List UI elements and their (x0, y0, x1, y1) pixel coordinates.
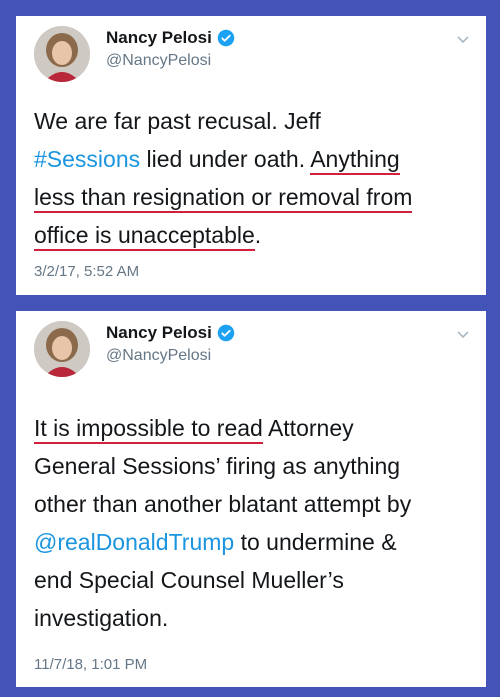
tweet-line: We are far past recusal. Jeff (34, 102, 470, 140)
text-segment: to undermine & (234, 529, 397, 555)
tweet-timestamp[interactable]: 11/7/18, 1:01 PM (34, 656, 147, 673)
tweet-line: #Sessions lied under oath. Anything (34, 140, 470, 178)
text-segment: other than another blatant attempt by (34, 491, 412, 517)
chevron-down-icon[interactable] (454, 30, 472, 48)
verified-badge-icon (217, 29, 235, 47)
tweet-line: @realDonaldTrump to undermine & (34, 523, 470, 561)
tweet-card-2: Nancy Pelosi @NancyPelosi It is impossib… (16, 311, 486, 687)
underlined-text: It is impossible to read (34, 415, 263, 444)
tweet-line: office is unacceptable. (34, 216, 470, 254)
mention-link[interactable]: @realDonaldTrump (34, 529, 234, 555)
tweet-timestamp[interactable]: 3/2/17, 5:52 AM (34, 263, 139, 280)
text-segment: We are far past recusal. Jeff (34, 108, 321, 134)
verified-badge-icon (217, 324, 235, 342)
tweet-line: It is impossible to read Attorney (34, 409, 470, 447)
text-segment: Attorney (262, 415, 354, 441)
text-segment: investigation. (34, 605, 169, 631)
tweet-line: end Special Counsel Mueller’s (34, 561, 470, 599)
tweet-line: General Sessions’ firing as anything (34, 447, 470, 485)
author-name[interactable]: Nancy Pelosi (106, 323, 212, 343)
tweet-line: other than another blatant attempt by (34, 485, 470, 523)
text-segment: lied under oath. (140, 146, 311, 172)
avatar-portrait-icon (34, 321, 90, 377)
tweet-line: investigation. (34, 599, 470, 637)
underlined-text: less than resignation or removal from (34, 184, 413, 213)
avatar[interactable] (34, 321, 90, 377)
hashtag-link[interactable]: #Sessions (34, 146, 140, 172)
tweet-card-1: Nancy Pelosi @NancyPelosi We are far pas… (16, 16, 486, 295)
tweet-text: We are far past recusal. Jeff #Sessions … (34, 102, 470, 254)
text-segment: end Special Counsel Mueller’s (34, 567, 344, 593)
author-row: Nancy Pelosi (106, 28, 235, 48)
tweet-text: It is impossible to read Attorney Genera… (34, 409, 470, 637)
text-segment: General Sessions’ firing as anything (34, 453, 401, 479)
chevron-down-icon[interactable] (454, 325, 472, 343)
tweet-line: less than resignation or removal from (34, 178, 470, 216)
underlined-text: Anything (310, 146, 400, 175)
text-segment: . (254, 222, 262, 248)
author-name[interactable]: Nancy Pelosi (106, 28, 212, 48)
author-row: Nancy Pelosi (106, 323, 235, 343)
author-handle[interactable]: @NancyPelosi (106, 347, 211, 365)
avatar[interactable] (34, 26, 90, 82)
underlined-text: office is unacceptable (34, 222, 255, 251)
avatar-portrait-icon (34, 26, 90, 82)
author-handle[interactable]: @NancyPelosi (106, 52, 211, 70)
